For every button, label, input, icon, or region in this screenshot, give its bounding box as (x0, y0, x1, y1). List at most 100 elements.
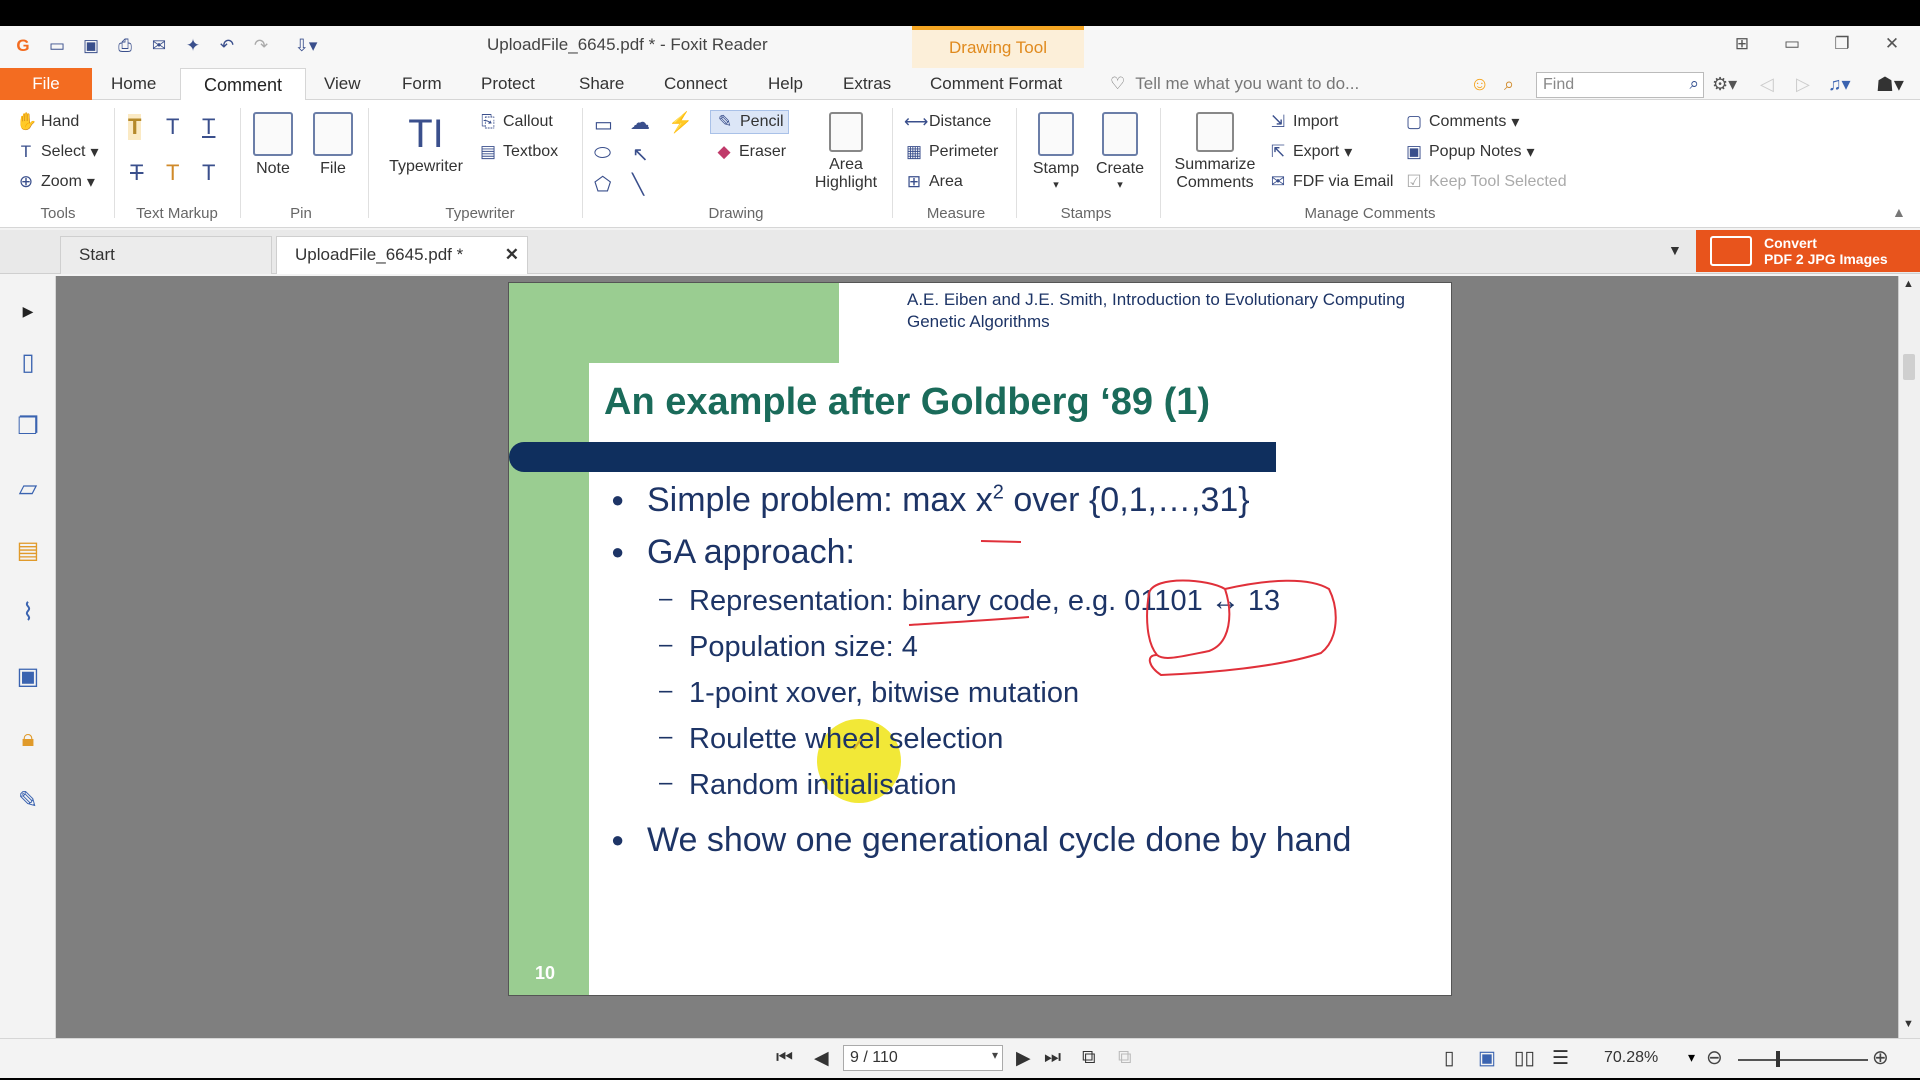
oval-icon[interactable]: ⬭ (594, 142, 611, 165)
tab-connect[interactable]: Connect (654, 68, 737, 100)
tools-wrench-icon[interactable]: ✎ (13, 786, 43, 816)
scrollbar-thumb[interactable] (1903, 354, 1915, 380)
pages-icon[interactable]: ❐ (13, 412, 43, 442)
undo-icon[interactable]: ↶ (216, 35, 238, 57)
keep-tool-selected-checkbox[interactable]: ☑ Keep Tool Selected (1404, 172, 1566, 192)
area-measure-button[interactable]: ⊞ Area (904, 172, 963, 192)
collapse-ribbon-icon[interactable]: ▲ (1892, 204, 1906, 220)
tab-form[interactable]: Form (392, 68, 452, 100)
email-icon[interactable]: ✉ (148, 35, 170, 57)
vertical-scrollbar[interactable]: ▲ ▼ (1898, 276, 1920, 1038)
tab-comment-format[interactable]: Comment Format (920, 68, 1072, 100)
eraser-button[interactable]: ◆ Eraser (714, 142, 786, 162)
polygon-icon[interactable]: ⬠ (594, 172, 611, 197)
last-page-icon[interactable]: ⏭ (1044, 1047, 1061, 1069)
find-input[interactable]: Find ⌕ (1536, 72, 1704, 98)
first-page-icon[interactable]: ⏮ (776, 1047, 793, 1069)
hand-tool-button[interactable]: ✋ Hand (16, 112, 79, 132)
facing-pages-icon[interactable]: ▯▯ (1514, 1047, 1535, 1070)
replace-text-icon[interactable]: T (166, 160, 179, 186)
file-attachment-button[interactable]: File (310, 112, 356, 178)
squiggly-underline-icon[interactable]: T (166, 114, 179, 140)
customize-toolbar-icon[interactable]: ⇩▾ (286, 35, 326, 57)
notification-bell-icon[interactable]: ♫▾ (1828, 74, 1851, 95)
insert-text-icon[interactable]: T (202, 160, 215, 186)
open-folder-icon[interactable]: ▭ (46, 35, 68, 57)
stamp-button[interactable]: Stamp ▾ (1030, 112, 1082, 191)
zoom-tool-button[interactable]: ⊕ Zoom ▾ (16, 172, 95, 192)
fdf-via-email-button[interactable]: ✉ FDF via Email (1268, 172, 1394, 192)
previous-page-icon[interactable]: ◀ (814, 1047, 829, 1070)
select-tool-button[interactable]: T Select ▾ (16, 142, 99, 162)
callout-button[interactable]: ⎘ Callout (478, 112, 553, 132)
tab-view[interactable]: View (314, 68, 371, 100)
forward-arrow-icon[interactable]: ▷ (1796, 74, 1810, 95)
distance-button[interactable]: ⟷ Distance (904, 112, 991, 132)
signature-panel-icon[interactable]: ▣ (13, 662, 43, 692)
pdf-page[interactable]: A.E. Eiben and J.E. Smith, Introduction … (508, 282, 1452, 996)
back-arrow-icon[interactable]: ◁ (1760, 74, 1774, 95)
summarize-comments-button[interactable]: Summarize Comments (1170, 112, 1260, 192)
tab-file[interactable]: File (0, 68, 92, 100)
tab-uploadfile-pdf[interactable]: UploadFile_6645.pdf * ✕ (276, 236, 528, 274)
continuous-facing-icon[interactable]: ☰ (1552, 1047, 1569, 1070)
next-view-icon[interactable]: ⧉ (1118, 1047, 1132, 1069)
single-page-icon[interactable]: ▯ (1444, 1047, 1454, 1070)
popup-notes-button[interactable]: ▣ Popup Notes ▾ (1404, 142, 1535, 162)
underline-text-icon[interactable]: T (202, 114, 215, 140)
print-icon[interactable]: ⎙ (114, 35, 136, 57)
page-dropdown-icon[interactable]: ▾ (992, 1048, 998, 1062)
arrow-icon[interactable]: ↖ (632, 142, 649, 167)
tab-share[interactable]: Share (569, 68, 634, 100)
save-icon[interactable]: ▣ (80, 35, 102, 57)
highlight-text-icon[interactable]: T (128, 114, 142, 140)
create-stamp-button[interactable]: Create ▾ (1094, 112, 1146, 191)
restore-button[interactable]: ❐ (1830, 34, 1854, 54)
expand-panel-icon[interactable]: ▶ (13, 296, 43, 326)
comments-menu-button[interactable]: ▢ Comments ▾ (1404, 112, 1519, 132)
typewriter-button[interactable]: TI Typewriter (380, 110, 472, 176)
convert-pdf-to-jpg-button[interactable]: Convert PDF 2 JPG Images (1696, 230, 1920, 272)
bookmarks-icon[interactable]: ▯ (13, 348, 43, 378)
cloud-icon[interactable]: ☁ (630, 110, 650, 135)
note-button[interactable]: Note (250, 112, 296, 178)
pencil-button[interactable]: ✎ Pencil (710, 110, 789, 134)
scroll-down-arrow-icon[interactable]: ▼ (1903, 1018, 1914, 1030)
user-account-icon[interactable]: ☗▾ (1876, 72, 1904, 97)
line-icon[interactable]: ╲ (632, 172, 644, 197)
tab-protect[interactable]: Protect (471, 68, 545, 100)
attachments-icon[interactable]: ⌇ (13, 598, 43, 628)
zoom-level[interactable]: 70.28% (1604, 1049, 1658, 1067)
document-view[interactable]: A.E. Eiben and J.E. Smith, Introduction … (56, 276, 1900, 1038)
close-window-button[interactable]: ✕ (1880, 34, 1904, 54)
tab-help[interactable]: Help (758, 68, 813, 100)
new-document-icon[interactable]: ✦ (182, 35, 204, 57)
close-tab-icon[interactable]: ✕ (505, 237, 519, 273)
minimize-button[interactable]: ▭ (1780, 34, 1804, 54)
polyline-icon[interactable]: ⚡ (668, 110, 693, 135)
like-icon[interactable]: ☺ (1470, 74, 1489, 96)
zoom-slider-thumb[interactable] (1776, 1051, 1780, 1067)
settings-gear-icon[interactable]: ⚙▾ (1712, 74, 1737, 95)
export-button[interactable]: ⇱ Export ▾ (1268, 142, 1352, 162)
rectangle-icon[interactable]: ▭ (594, 112, 613, 137)
zoom-out-icon[interactable]: ⊖ (1706, 1045, 1723, 1070)
drawing-tool-context-tab[interactable]: Drawing Tool (912, 26, 1084, 68)
search-folder-icon[interactable]: ⌕ (1504, 74, 1514, 95)
import-button[interactable]: ⇲ Import (1268, 112, 1338, 132)
area-highlight-button[interactable]: Area Highlight (810, 112, 882, 192)
tell-me-search[interactable]: ♡ Tell me what you want to do... (1110, 74, 1359, 94)
strikeout-text-icon[interactable]: T (130, 160, 143, 186)
tab-extras[interactable]: Extras (833, 68, 901, 100)
tab-list-dropdown-icon[interactable]: ▼ (1668, 242, 1682, 258)
continuous-page-icon[interactable]: ▣ (1478, 1047, 1496, 1070)
tab-comment[interactable]: Comment (180, 68, 306, 101)
zoom-dropdown-icon[interactable]: ▾ (1688, 1049, 1695, 1066)
scroll-up-arrow-icon[interactable]: ▲ (1903, 278, 1914, 290)
comments-panel-icon[interactable]: ▤ (13, 536, 43, 566)
page-number-input[interactable]: 9 / 110 ▾ (843, 1045, 1003, 1071)
tab-start[interactable]: Start (60, 236, 272, 274)
tab-home[interactable]: Home (101, 68, 166, 100)
perimeter-button[interactable]: ▦ Perimeter (904, 142, 998, 162)
previous-view-icon[interactable]: ⧉ (1082, 1047, 1096, 1069)
